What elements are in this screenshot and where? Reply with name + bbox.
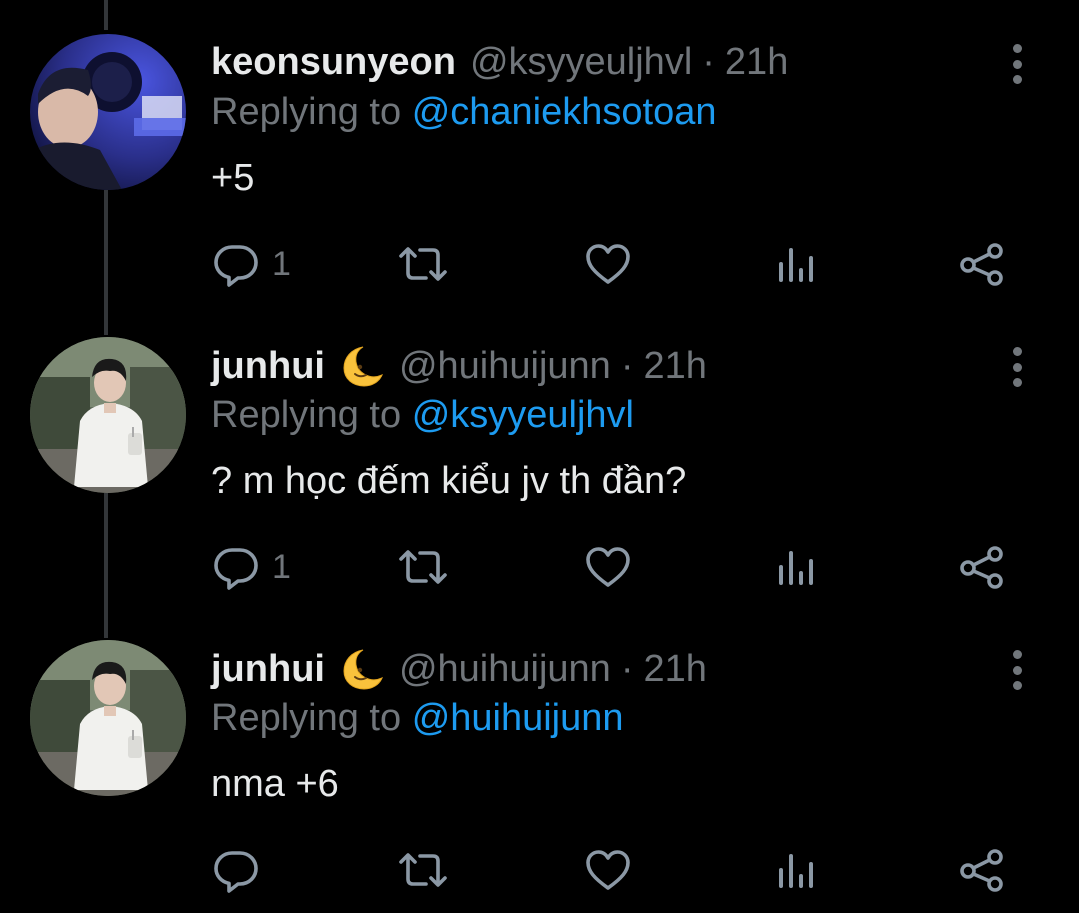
reply-icon — [214, 245, 258, 287]
tweet-header: junhui @huihuijunn · 21h — [211, 344, 707, 388]
tweet-actions: 1 — [0, 539, 1079, 595]
separator-dot: · — [620, 648, 634, 690]
replying-to-label: Replying to — [211, 394, 402, 436]
like-button[interactable] — [584, 539, 632, 595]
retweet-button[interactable] — [396, 236, 450, 292]
display-name[interactable]: junhui — [211, 647, 325, 691]
avatar[interactable] — [30, 337, 186, 493]
thread-connector-line — [104, 0, 108, 30]
tweet-text: ? m học đếm kiểu jv th đần? — [211, 460, 687, 502]
avatar-image — [30, 34, 186, 190]
share-button[interactable] — [958, 236, 1006, 292]
thread-connector-line — [104, 606, 108, 638]
share-button[interactable] — [958, 539, 1006, 595]
display-name[interactable]: junhui — [211, 344, 325, 388]
reply-button[interactable] — [212, 842, 272, 898]
retweet-icon — [399, 550, 447, 584]
tweet-header: keonsunyeon @ksyyeuljhvl · 21h — [211, 40, 788, 84]
retweet-button[interactable] — [396, 842, 450, 898]
avatar-image — [30, 640, 186, 796]
reply-button[interactable]: 1 — [212, 539, 291, 595]
more-vertical-icon[interactable] — [1008, 650, 1026, 690]
share-icon — [960, 546, 1003, 589]
tweet-actions: 1 — [0, 236, 1079, 292]
replying-to-mention[interactable]: @huihuijunn — [412, 697, 624, 739]
tweet[interactable]: junhui @huihuijunn · 21h Replying to @hu… — [0, 606, 1079, 909]
views-button[interactable] — [774, 236, 818, 292]
views-icon — [779, 854, 813, 888]
replying-to-mention[interactable]: @chaniekhsotoan — [412, 91, 717, 133]
heart-icon — [586, 244, 630, 284]
user-handle[interactable]: @huihuijunn — [399, 344, 611, 388]
tweet[interactable]: keonsunyeon @ksyyeuljhvl · 21h Replying … — [0, 0, 1079, 303]
separator-dot: · — [702, 41, 715, 83]
reply-count: 1 — [272, 245, 291, 283]
timestamp[interactable]: 21h — [643, 647, 706, 691]
timestamp[interactable]: 21h — [725, 40, 788, 84]
separator-dot: · — [620, 345, 634, 387]
avatar[interactable] — [30, 34, 186, 190]
display-name[interactable]: keonsunyeon — [211, 40, 456, 84]
tweet-actions — [0, 842, 1079, 898]
reply-count: 1 — [272, 548, 291, 586]
thread-connector-line — [104, 303, 108, 335]
reply-button[interactable]: 1 — [212, 236, 291, 292]
replying-to-line: Replying to @huihuijunn — [211, 696, 624, 740]
heart-icon — [586, 547, 630, 587]
crescent-moon-face-icon — [343, 649, 383, 690]
tweet[interactable]: junhui @huihuijunn · 21h Replying to @ks… — [0, 303, 1079, 606]
avatar-image — [30, 337, 186, 493]
tweet-header: junhui @huihuijunn · 21h — [211, 647, 707, 691]
views-icon — [779, 248, 813, 282]
replying-to-mention[interactable]: @ksyyeuljhvl — [412, 394, 634, 436]
timestamp[interactable]: 21h — [643, 344, 706, 388]
replying-to-line: Replying to @chaniekhsotoan — [211, 90, 716, 134]
retweet-icon — [399, 853, 447, 887]
tweet-text: +5 — [211, 157, 255, 199]
replying-to-label: Replying to — [211, 91, 402, 133]
user-handle[interactable]: @ksyyeuljhvl — [470, 40, 692, 84]
like-button[interactable] — [584, 236, 632, 292]
reply-icon — [214, 851, 258, 893]
heart-icon — [586, 850, 630, 890]
share-icon — [960, 849, 1003, 892]
crescent-moon-face-icon — [343, 346, 383, 387]
retweet-button[interactable] — [396, 539, 450, 595]
views-button[interactable] — [774, 842, 818, 898]
share-button[interactable] — [958, 842, 1006, 898]
more-vertical-icon[interactable] — [1008, 44, 1026, 84]
reply-thread: keonsunyeon @ksyyeuljhvl · 21h Replying … — [0, 0, 1079, 913]
like-button[interactable] — [584, 842, 632, 898]
reply-icon — [214, 548, 258, 590]
user-handle[interactable]: @huihuijunn — [399, 647, 611, 691]
more-vertical-icon[interactable] — [1008, 347, 1026, 387]
retweet-icon — [399, 247, 447, 281]
views-button[interactable] — [774, 539, 818, 595]
replying-to-line: Replying to @ksyyeuljhvl — [211, 393, 634, 437]
views-icon — [779, 551, 813, 585]
avatar[interactable] — [30, 640, 186, 796]
tweet-text: nma +6 — [211, 763, 339, 805]
share-icon — [960, 243, 1003, 286]
replying-to-label: Replying to — [211, 697, 402, 739]
